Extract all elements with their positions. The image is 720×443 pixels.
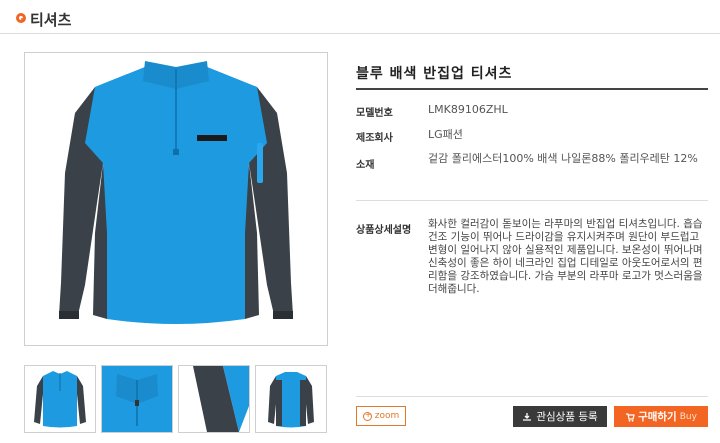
buy-label: 구매하기 [638, 411, 677, 423]
thumb-collar-icon [102, 366, 172, 432]
cart-icon [626, 412, 635, 422]
detail-label: 상품상세설명 [356, 225, 412, 236]
thumbnail-back[interactable] [255, 365, 327, 433]
thumbnail-front[interactable] [24, 365, 96, 433]
title-divider [356, 88, 708, 90]
spec-value-maker: LG패션 [428, 128, 463, 141]
spec-label-material: 소재 [356, 160, 375, 171]
section-title: 티셔츠 [30, 11, 72, 29]
thumb-sleeve-icon [179, 366, 249, 432]
main-product-image [24, 52, 328, 346]
divider [0, 33, 720, 34]
divider [356, 200, 708, 201]
add-wishlist-button[interactable]: 관심상품 등록 [513, 406, 607, 427]
zoom-button[interactable]: zoom [356, 406, 406, 426]
zoom-label: zoom [374, 411, 400, 421]
bullet-circle-icon [16, 13, 26, 23]
spec-value-model: LMK89106ZHL [428, 103, 508, 116]
divider [356, 396, 708, 397]
buy-button[interactable]: 구매하기 Buy [614, 406, 708, 427]
buy-sub-label: Buy [679, 411, 697, 422]
detail-description: 화사한 컬러감이 돋보이는 라푸마의 반집업 티셔츠입니다. 흡습 건조 기능이… [428, 218, 703, 295]
spec-value-material: 겉감 폴리에스터100% 배색 나일론88% 폴리우레탄 12% [428, 152, 698, 165]
thumbnail-strip [24, 365, 328, 433]
thumb-back-icon [268, 372, 314, 428]
thumb-front-icon [34, 371, 86, 428]
spec-label-model: 모델번호 [356, 108, 393, 119]
section-header: 티셔츠 [0, 0, 720, 36]
wishlist-label: 관심상품 등록 [536, 411, 598, 423]
thumbnail-sleeve[interactable] [178, 365, 250, 433]
zoom-icon [362, 410, 372, 421]
spec-label-maker: 제조회사 [356, 133, 393, 144]
thumbnail-collar[interactable] [101, 365, 173, 433]
product-name: 블루 배색 반집업 티셔츠 [356, 66, 513, 82]
download-icon [523, 412, 532, 421]
tshirt-image [59, 61, 293, 324]
